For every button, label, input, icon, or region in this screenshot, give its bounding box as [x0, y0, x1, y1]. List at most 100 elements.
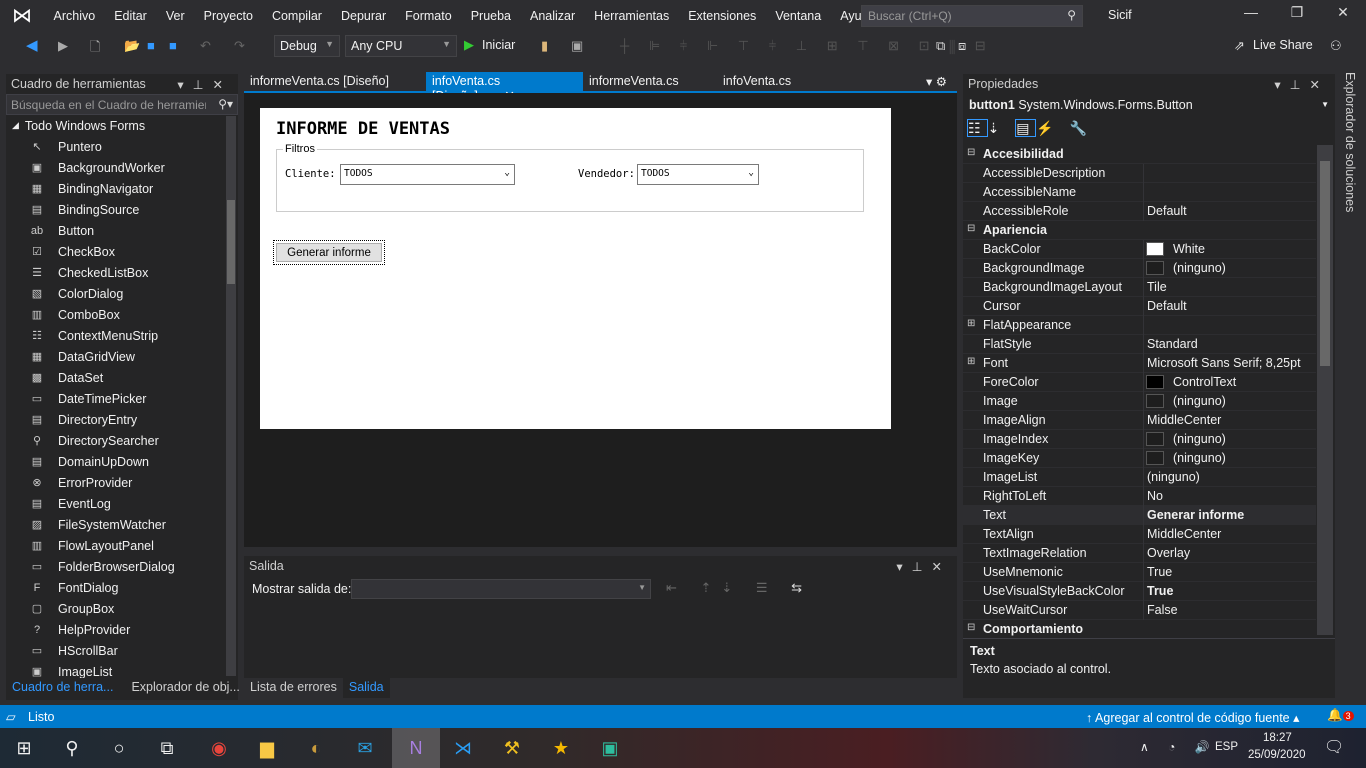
menu-prueba[interactable]: Prueba — [461, 9, 520, 23]
toolbox-item-domainupdown[interactable]: ▤ DomainUpDown — [6, 451, 238, 472]
toolbox-scrollbar[interactable] — [226, 116, 236, 676]
property-row-accessiblerole[interactable]: AccessibleRole Default — [963, 202, 1316, 221]
property-row-imageindex[interactable]: ImageIndex (ninguno) — [963, 430, 1316, 449]
menu-depurar[interactable]: Depurar — [331, 9, 395, 23]
menu-herramientas[interactable]: Herramientas — [585, 9, 679, 23]
toolbox-item-backgroundworker[interactable]: ▣ BackgroundWorker — [6, 157, 238, 178]
property-row-accessibledescription[interactable]: AccessibleDescription — [963, 164, 1316, 183]
windows-start-icon[interactable]: ⊞ — [12, 736, 36, 760]
property-category[interactable]: ⊟ Comportamiento — [963, 620, 1316, 639]
config-select[interactable]: Debug ▼ — [274, 35, 340, 57]
properties-toolbar[interactable]: ☷⇣ ▤⚡ 🔧 — [967, 119, 1093, 137]
clock-time[interactable]: 18:27 — [1263, 732, 1292, 744]
toolbox-item-bindingsource[interactable]: ▤ BindingSource — [6, 199, 238, 220]
property-value[interactable]: (ninguno) — [1173, 432, 1226, 446]
property-value[interactable]: White — [1173, 242, 1205, 256]
collapse-icon[interactable]: ⊟ — [967, 223, 975, 234]
property-value[interactable]: Generar informe — [1147, 508, 1244, 522]
language-indicator[interactable]: ESP — [1215, 741, 1238, 753]
events-icon[interactable]: ⚡ — [1036, 120, 1059, 136]
menu-ventana[interactable]: Ventana — [766, 9, 831, 23]
start-icon[interactable]: ▶ — [464, 37, 474, 53]
tab-object-browser[interactable]: Explorador de obj... — [125, 678, 245, 698]
send-back-icon[interactable]: ⧈ — [958, 38, 966, 54]
toolbox-item-groupbox[interactable]: ▢ GroupBox — [6, 598, 238, 619]
tab-list-icon[interactable]: ▾ ⚙ — [920, 72, 953, 92]
property-row-accessiblename[interactable]: AccessibleName — [963, 183, 1316, 202]
expand-icon[interactable]: ⊞ — [967, 318, 975, 329]
toolbox-item-checkedlistbox[interactable]: ☰ CheckedListBox — [6, 262, 238, 283]
save-all-icon[interactable]: ■ — [169, 38, 177, 53]
property-row-backcolor[interactable]: BackColor White — [963, 240, 1316, 259]
tab-toolbox[interactable]: Cuadro de herra... — [6, 678, 120, 698]
save-icon[interactable]: ■ — [147, 38, 155, 53]
source-control-button[interactable]: ↑ Agregar al control de código fuente ▴ — [1086, 710, 1299, 725]
toolbox-item-directorysearcher[interactable]: ⚲ DirectorySearcher — [6, 430, 238, 451]
property-value[interactable]: Microsoft Sans Serif; 8,25pt — [1147, 356, 1301, 370]
vendedor-combobox[interactable]: TODOS ⌄ — [637, 164, 759, 185]
property-value[interactable]: Default — [1147, 299, 1187, 313]
toolbox-item-filesystemwatcher[interactable]: ▨ FileSystemWatcher — [6, 514, 238, 535]
toolbox-item-errorprovider[interactable]: ⊗ ErrorProvider — [6, 472, 238, 493]
output-source-select[interactable]: ▼ — [351, 579, 651, 599]
properties-icon[interactable]: ▤ — [1015, 119, 1037, 137]
properties-scrollbar[interactable] — [1317, 145, 1333, 635]
property-row-righttoleft[interactable]: RightToLeft No — [963, 487, 1316, 506]
live-share-button[interactable]: Live Share — [1253, 38, 1313, 52]
toolbox-item-eventlog[interactable]: ▤ EventLog — [6, 493, 238, 514]
clock-date[interactable]: 25/09/2020 — [1248, 749, 1306, 761]
property-value[interactable]: Overlay — [1147, 546, 1190, 560]
menu-editar[interactable]: Editar — [105, 9, 157, 23]
cliente-combobox[interactable]: TODOS ⌄ — [340, 164, 515, 185]
toolbox-item-helpprovider[interactable]: ? HelpProvider — [6, 619, 238, 640]
property-value[interactable]: Standard — [1147, 337, 1198, 351]
property-value[interactable]: Default — [1147, 204, 1187, 218]
toolbox-item-flowlayoutpanel[interactable]: ▥ FlowLayoutPanel — [6, 535, 238, 556]
property-row-flatappearance[interactable]: ⊞ FlatAppearance — [963, 316, 1316, 335]
app-green-icon[interactable]: ▣ — [598, 736, 622, 760]
tab-output[interactable]: Salida — [342, 678, 390, 698]
tab-error-list[interactable]: Lista de errores — [244, 678, 343, 698]
forward-icon[interactable]: ▶ — [58, 38, 68, 54]
property-value[interactable]: (ninguno) — [1147, 470, 1200, 484]
feedback-icon[interactable]: ⚇ — [1330, 38, 1342, 54]
visual-studio-icon[interactable]: N — [392, 728, 440, 768]
chrome-icon[interactable]: ◉ — [207, 736, 231, 760]
property-value[interactable]: False — [1147, 603, 1178, 617]
menu-compilar[interactable]: Compilar — [262, 9, 331, 23]
property-row-imagekey[interactable]: ImageKey (ninguno) — [963, 449, 1316, 468]
property-row-image[interactable]: Image (ninguno) — [963, 392, 1316, 411]
mail-icon[interactable]: ✉ — [353, 736, 377, 760]
app-icon[interactable]: ⚒ — [500, 736, 524, 760]
toolbox-item-bindingnavigator[interactable]: ▦ BindingNavigator — [6, 178, 238, 199]
property-value[interactable]: MiddleCenter — [1147, 413, 1221, 427]
collapse-icon[interactable]: ⊟ — [967, 622, 975, 633]
generar-informe-button[interactable]: Generar informe — [273, 240, 385, 265]
panel-controls-icon[interactable]: ▾⊥✕ — [177, 77, 232, 92]
open-icon[interactable]: 📂 — [124, 38, 140, 54]
tab-informeventa-cs[interactable]: informeVenta.cs — [583, 72, 685, 92]
menu-formato[interactable]: Formato — [396, 9, 462, 23]
bring-front-icon[interactable]: ⧉ — [936, 38, 945, 54]
property-category[interactable]: ⊟ Apariencia — [963, 221, 1316, 240]
toolbox-item-folderbrowserdialog[interactable]: ▭ FolderBrowserDialog — [6, 556, 238, 577]
property-row-font[interactable]: ⊞ Font Microsoft Sans Serif; 8,25pt — [963, 354, 1316, 373]
property-row-text[interactable]: Text Generar informe — [963, 506, 1316, 525]
filters-groupbox[interactable]: Filtros Cliente: TODOS ⌄ Vendedor: TODOS ⌄ — [276, 143, 864, 212]
property-row-forecolor[interactable]: ForeColor ControlText — [963, 373, 1316, 392]
close-button[interactable]: ✕ — [1320, 4, 1366, 21]
star-app-icon[interactable]: ★ — [549, 736, 573, 760]
property-row-imagealign[interactable]: ImageAlign MiddleCenter — [963, 411, 1316, 430]
toolbox-item-colordialog[interactable]: ▧ ColorDialog — [6, 283, 238, 304]
property-row-usemnemonic[interactable]: UseMnemonic True — [963, 563, 1316, 582]
panel-controls-icon[interactable]: ▾⊥✕ — [896, 559, 951, 574]
maximize-button[interactable]: ❐ — [1274, 4, 1320, 21]
toolbox-item-combobox[interactable]: ▥ ComboBox — [6, 304, 238, 325]
menu-archivo[interactable]: Archivo — [44, 9, 105, 23]
design-icon[interactable]: ▣ — [571, 38, 583, 54]
object-selector[interactable]: button1 System.Windows.Forms.Button ▼ — [969, 98, 1329, 112]
property-value[interactable]: (ninguno) — [1173, 261, 1226, 275]
property-value[interactable]: Tile — [1147, 280, 1167, 294]
platform-select[interactable]: Any CPU ▼ — [345, 35, 457, 57]
notifications-icon[interactable]: 🔔 3 — [1327, 708, 1354, 723]
